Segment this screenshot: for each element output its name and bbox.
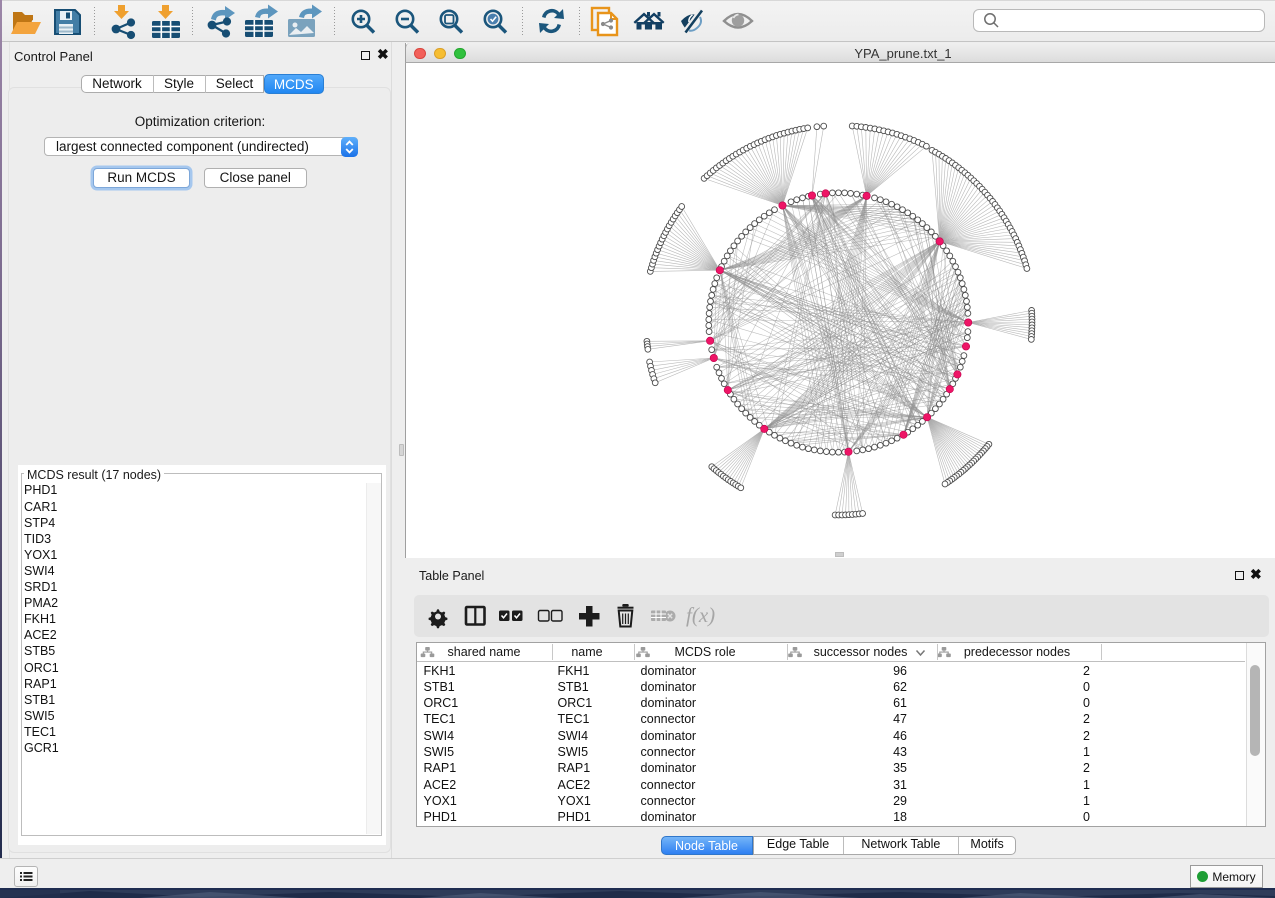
svg-text:f(x): f(x) bbox=[686, 603, 715, 627]
